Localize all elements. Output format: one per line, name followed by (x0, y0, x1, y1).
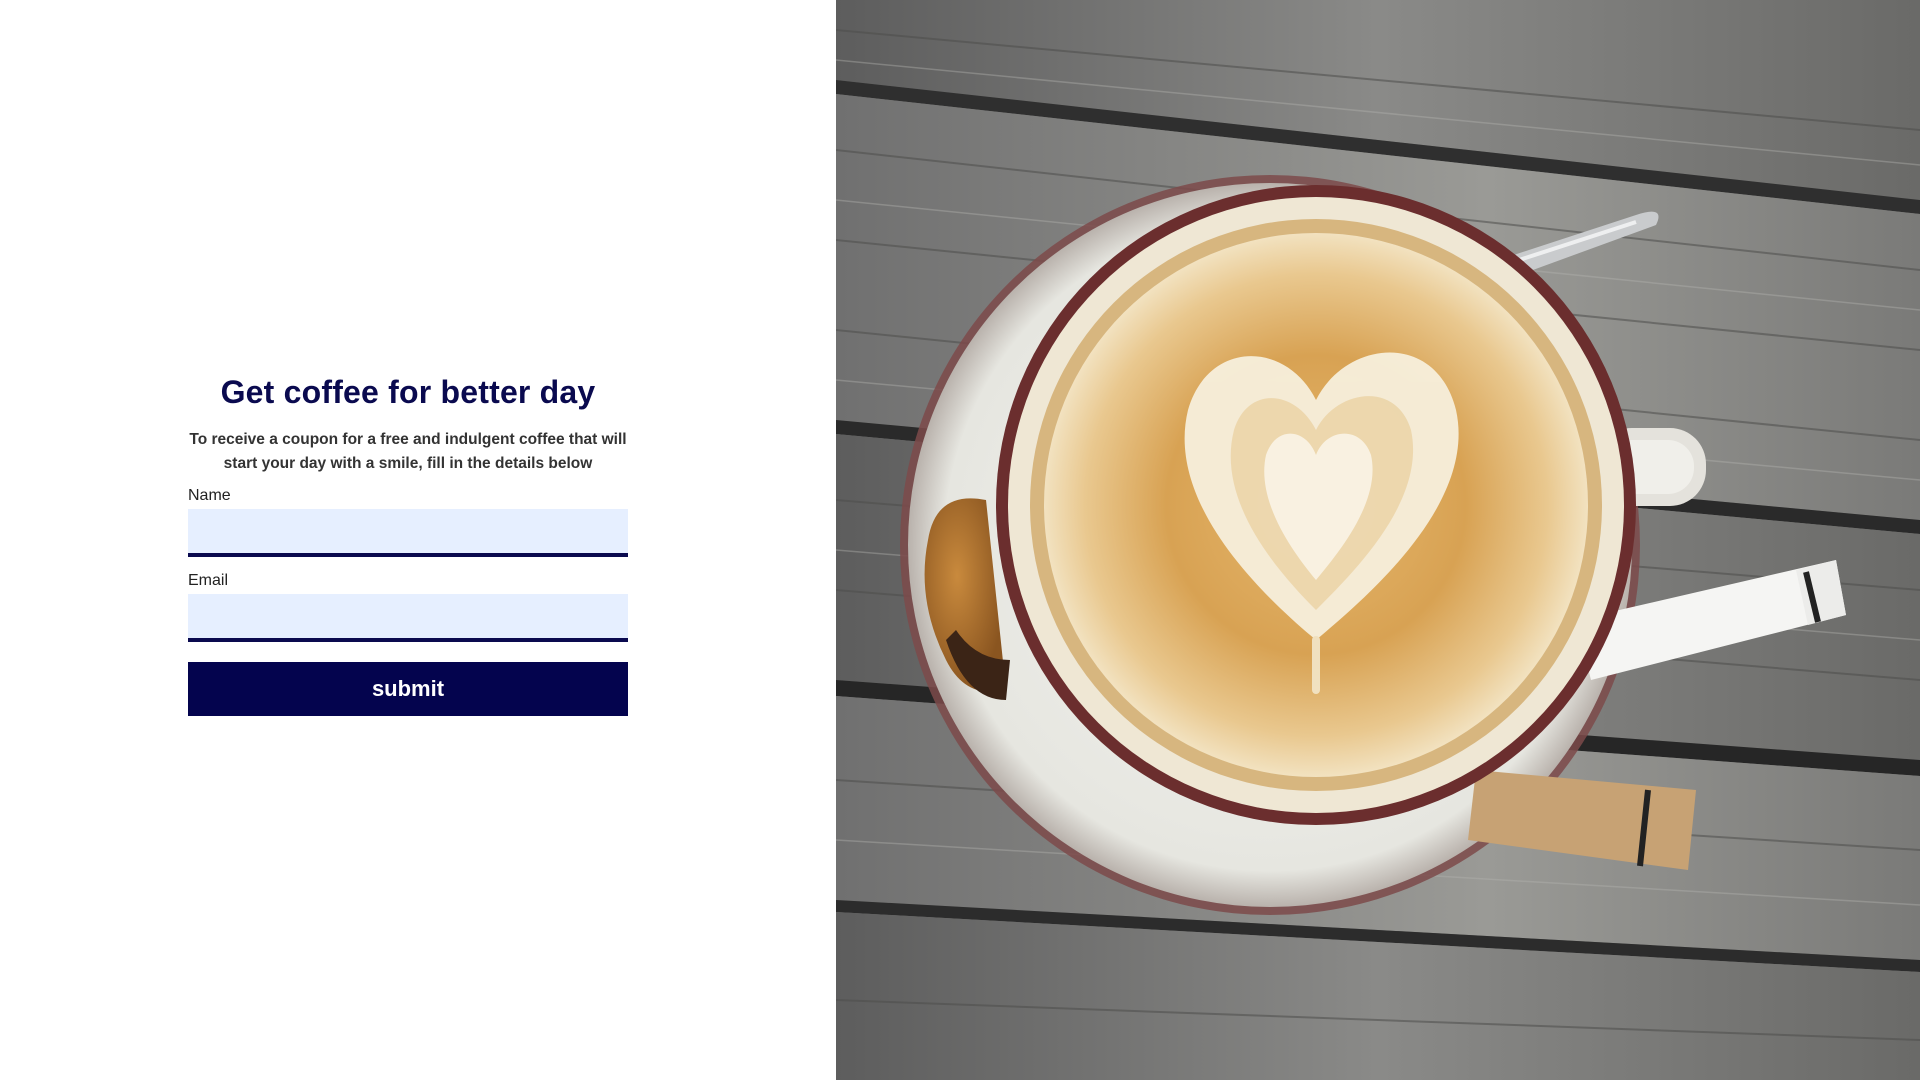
form-panel: Get coffee for better day To receive a c… (0, 0, 836, 1080)
name-field-group: Name (188, 486, 628, 557)
coffee-photo (836, 0, 1920, 1080)
coupon-form: Get coffee for better day To receive a c… (188, 370, 628, 716)
latte-art-photo-icon (836, 0, 1920, 1080)
email-field-group: Email (188, 571, 628, 642)
page: Get coffee for better day To receive a c… (0, 0, 1920, 1080)
form-subtitle: To receive a coupon for a free and indul… (189, 431, 627, 472)
email-label: Email (188, 572, 229, 589)
email-input[interactable] (188, 594, 628, 642)
name-input[interactable] (188, 509, 628, 557)
name-label: Name (188, 487, 231, 504)
form-title: Get coffee for better day (220, 374, 596, 410)
submit-button[interactable]: submit (188, 662, 628, 716)
